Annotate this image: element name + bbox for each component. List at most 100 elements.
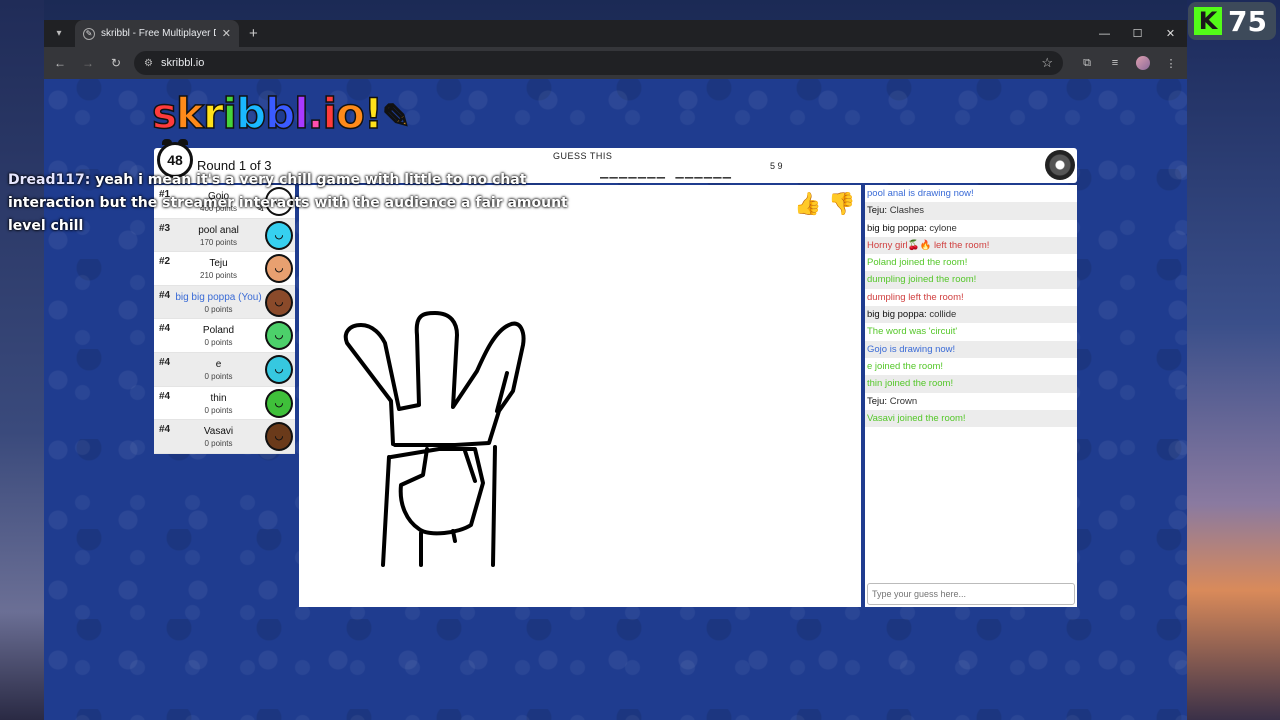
browser-toolbar: ← → ↻ ⚙ skribbl.io ☆ ⧉ ≡ ⋮ <box>44 47 1187 79</box>
extensions-icon[interactable]: ⧉ <box>1077 53 1097 73</box>
chat-user: Teju: <box>867 395 888 407</box>
close-icon[interactable]: ✕ <box>222 27 231 40</box>
word-hint: _______ ______ <box>600 163 733 179</box>
reload-icon[interactable]: ↻ <box>106 53 126 73</box>
chat-message: Horny girl🍒🔥 left the room! <box>865 236 1077 255</box>
overlay-chat-line: Dread117: yeah i mean it's a very chill … <box>8 169 608 192</box>
chat-message: thin joined the room! <box>865 375 1077 393</box>
chat-message: dumpling joined the room! <box>865 271 1077 289</box>
thumbs-up-icon[interactable]: 👍 <box>793 189 823 219</box>
player-avatar: ◡ <box>265 354 293 384</box>
chat-message: pool anal is drawing now! <box>867 188 974 199</box>
player-points: 0 points <box>204 338 233 348</box>
player-rank: #4 <box>159 323 171 335</box>
player-row[interactable]: #4 Poland 0 points ◡ <box>154 319 295 353</box>
player-avatar: ◡ <box>265 254 293 284</box>
chat-text: Clashes <box>889 205 925 217</box>
player-points: 0 points <box>204 371 233 381</box>
thumbs-down-icon[interactable]: 👎 <box>827 189 857 219</box>
vote-buttons: 👍 👎 <box>793 189 857 219</box>
pencil-icon: ✎ <box>381 97 411 137</box>
player-name: thin <box>210 392 227 404</box>
chat-message: Teju: Crown <box>865 393 1077 410</box>
close-window-icon[interactable]: ✕ <box>1154 20 1187 47</box>
chat-user: big big poppa: <box>867 222 927 234</box>
overlay-chat-text: yeah i mean it's a very chill game with … <box>95 172 527 188</box>
site-info-icon[interactable]: ⚙ <box>144 58 153 69</box>
player-row[interactable]: #2 Teju 210 points ◡ <box>154 252 295 286</box>
player-points: 0 points <box>204 439 233 449</box>
tab-title: skribbl - Free Multiplayer Drawing <box>101 28 216 39</box>
chat-text: cylone <box>929 222 957 234</box>
chat-text: collide <box>929 309 957 321</box>
player-rank: #4 <box>159 390 171 402</box>
media-control-icon[interactable]: ≡ <box>1105 53 1125 73</box>
settings-gear-icon[interactable] <box>1045 150 1075 180</box>
forward-icon[interactable]: → <box>78 53 98 73</box>
chat-text: Crown <box>889 395 918 407</box>
chat-message: big big poppa: collide <box>865 306 1077 324</box>
maximize-icon[interactable]: ☐ <box>1121 20 1154 47</box>
chat-message: The word was 'circuit' <box>867 326 958 338</box>
minimize-icon[interactable]: — <box>1088 20 1121 47</box>
back-icon[interactable]: ← <box>50 53 70 73</box>
player-avatar: ◡ <box>265 422 293 452</box>
chat-messages: pool anal is drawing now! Teju: Clashes bi… <box>865 185 1077 577</box>
overlay-chat-user: Dread117: <box>8 172 91 188</box>
player-rank: #4 <box>159 289 171 301</box>
chat-message: Teju: Clashes <box>865 202 1077 220</box>
player-row[interactable]: #4 Vasavi 0 points ◡ <box>154 420 295 454</box>
player-avatar: ◡ <box>265 287 293 317</box>
chat-message: Gojo is drawing now! <box>865 340 1077 358</box>
chat-message: e joined the room! <box>867 360 944 372</box>
player-avatar: ◡ <box>265 388 293 418</box>
chat-user: Teju: <box>867 205 888 217</box>
profile-avatar[interactable] <box>1133 53 1153 73</box>
player-name: e <box>215 358 222 370</box>
player-points: 170 points <box>200 237 237 247</box>
desktop-wallpaper-right: K 75 <box>1187 0 1280 720</box>
player-row[interactable]: #4 e 0 points ◡ <box>154 352 295 387</box>
skribbl-logo: skribbl.io!✎ <box>151 89 411 138</box>
player-points: 210 points <box>200 271 237 281</box>
word-lengths: 5 9 <box>770 161 783 171</box>
drawing-strokes <box>343 311 526 567</box>
overlay-chat-line: interaction but the streamer interacts w… <box>8 195 568 211</box>
pencil-icon: ✎ <box>83 27 95 40</box>
window-controls: — ☐ ✕ <box>1088 20 1187 47</box>
guess-label: GUESS THIS <box>553 151 613 161</box>
chat-message: Poland joined the room! <box>867 257 968 269</box>
stream-chat-overlay: Dread117: yeah i mean it's a very chill … <box>8 169 608 238</box>
viewer-count: 75 <box>1228 4 1267 38</box>
chat-message: big big poppa: cylone <box>865 220 1077 237</box>
player-row[interactable]: #4 thin 0 points ◡ <box>154 386 295 421</box>
tab-search-icon[interactable]: ▾ <box>47 24 71 44</box>
tab-bar: ▾ ✎ skribbl - Free Multiplayer Drawing ✕… <box>44 20 1187 47</box>
chat-message: dumpling left the room! <box>867 291 964 303</box>
url-text[interactable]: skribbl.io <box>161 57 1033 69</box>
browser-window: ▾ ✎ skribbl - Free Multiplayer Drawing ✕… <box>44 20 1187 720</box>
player-rank: #4 <box>159 424 171 436</box>
chat-user: big big poppa: <box>867 309 927 321</box>
address-bar[interactable]: ⚙ skribbl.io ☆ <box>134 51 1063 75</box>
overlay-chat-line: level chill <box>8 218 84 234</box>
menu-icon[interactable]: ⋮ <box>1161 53 1181 73</box>
new-tab-icon[interactable]: + <box>249 25 258 42</box>
viewer-count-badge: K 75 <box>1188 2 1276 40</box>
chat-panel: pool anal is drawing now! Teju: Clashes bi… <box>865 185 1077 607</box>
player-avatar: ◡ <box>265 321 293 351</box>
player-name: big big poppa (You) <box>175 291 262 303</box>
player-rank: #2 <box>159 256 171 268</box>
kick-logo-icon: K <box>1194 7 1222 35</box>
desktop-wallpaper-left <box>0 0 44 720</box>
player-rank: #4 <box>159 356 171 368</box>
drawing-canvas[interactable]: 👍 👎 <box>299 185 861 607</box>
player-row[interactable]: #4 big big poppa (You) 0 points ◡ <box>154 285 295 320</box>
player-name: Poland <box>202 325 235 337</box>
timer-value: 48 <box>167 152 183 168</box>
player-points: 0 points <box>204 304 233 314</box>
guess-input[interactable] <box>867 583 1075 605</box>
tab-skribbl[interactable]: ✎ skribbl - Free Multiplayer Drawing ✕ <box>75 20 239 47</box>
bookmark-star-icon[interactable]: ☆ <box>1041 55 1053 71</box>
player-name: Teju <box>209 258 228 270</box>
